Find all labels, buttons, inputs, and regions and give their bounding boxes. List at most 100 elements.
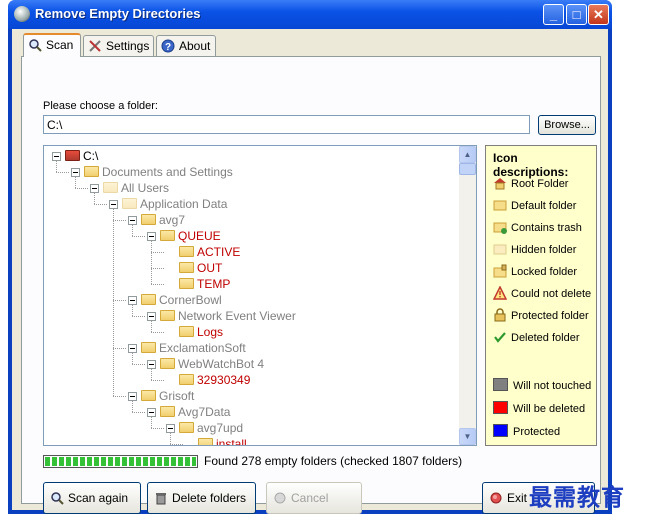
tree-node[interactable]: Logs xyxy=(166,324,223,340)
legend-protected-folder-label: Protected folder xyxy=(511,310,589,322)
tree-guide xyxy=(75,176,76,188)
scroll-thumb[interactable] xyxy=(459,163,476,175)
tree-node[interactable]: TEMP xyxy=(166,276,230,292)
cancel-label: Cancel xyxy=(291,491,329,505)
tree-guide xyxy=(113,208,114,396)
tree-node-label: avg7 xyxy=(159,213,186,227)
tree-node-label: Documents and Settings xyxy=(102,165,233,179)
delete-folders-button[interactable]: Delete folders xyxy=(147,482,256,514)
legend-hidden-folder-label: Hidden folder xyxy=(511,244,577,256)
legend-will-not-touched-label: Will not touched xyxy=(513,380,592,392)
tab-settings[interactable]: Settings xyxy=(83,35,154,56)
legend-will-not-touched: Will not touched xyxy=(493,378,591,392)
main-window: Remove Empty Directories _ □ ✕ Scan Sett… xyxy=(8,0,612,514)
tree-guide xyxy=(132,224,133,236)
tree-node[interactable]: ACTIVE xyxy=(166,244,240,260)
tree-node[interactable]: QUEUE xyxy=(147,228,221,244)
folder-icon xyxy=(160,358,175,369)
title-bar[interactable]: Remove Empty Directories _ □ ✕ xyxy=(8,0,612,29)
scroll-up-button[interactable]: ▲ xyxy=(459,146,476,163)
tree-connector xyxy=(113,220,126,221)
tree-node-label: TEMP xyxy=(197,277,231,291)
search-icon xyxy=(29,39,42,52)
legend-protected-folder: Protected folder xyxy=(493,308,589,322)
scan-again-button[interactable]: Scan again xyxy=(43,482,141,514)
tree-node[interactable]: install xyxy=(185,436,247,446)
tree-connector xyxy=(113,396,126,397)
tree-scrollbar[interactable]: ▲ ▼ xyxy=(459,146,476,445)
tree-node-label: QUEUE xyxy=(178,229,221,243)
hidden-folder-icon xyxy=(122,198,137,209)
folder-icon xyxy=(179,422,194,433)
tree-node[interactable]: OUT xyxy=(166,260,222,276)
tree-node[interactable]: Application Data xyxy=(109,196,227,212)
tree-node-label: 32930349 xyxy=(197,373,251,387)
client-area: Scan Settings ? About Please choose a fol… xyxy=(12,29,608,514)
tree-node[interactable]: CornerBowl xyxy=(128,292,222,308)
minimize-icon: _ xyxy=(549,7,558,22)
legend-protected-label: Protected xyxy=(513,426,561,438)
minimize-button[interactable]: _ xyxy=(543,4,564,25)
legend-could-not-delete-label: Could not delete xyxy=(511,288,592,300)
legend-root-folder: Root Folder xyxy=(493,176,568,190)
tab-about[interactable]: ? About xyxy=(156,35,216,56)
chevron-down-icon: ▼ xyxy=(463,432,472,441)
folder-icon xyxy=(179,326,194,337)
folder-path-input[interactable] xyxy=(43,115,530,134)
tree-node[interactable]: avg7 xyxy=(128,212,185,228)
tree-connector xyxy=(132,316,145,317)
tree-node[interactable]: C:\ xyxy=(52,148,98,164)
tree-node-label: All Users xyxy=(121,181,170,195)
tree-connector xyxy=(94,204,107,205)
folder-icon xyxy=(179,278,194,289)
folder-icon xyxy=(84,166,99,177)
browse-button[interactable]: Browse... xyxy=(538,115,596,135)
legend-deleted-folder-label: Deleted folder xyxy=(511,332,580,344)
tree-connector xyxy=(151,332,164,333)
locked-folder-icon xyxy=(493,264,507,278)
folder-icon xyxy=(160,230,175,241)
chevron-up-icon: ▲ xyxy=(463,150,472,159)
close-button[interactable]: ✕ xyxy=(588,4,609,25)
scroll-down-button[interactable]: ▼ xyxy=(459,428,476,445)
tab-about-label: About xyxy=(179,39,211,53)
tree-guide xyxy=(56,160,57,172)
tree-connector xyxy=(151,428,164,429)
cancel-button[interactable]: Cancel xyxy=(266,482,362,514)
tree-node[interactable]: Network Event Viewer xyxy=(147,308,296,324)
tree-node[interactable]: Documents and Settings xyxy=(71,164,233,180)
tree-node[interactable]: avg7upd xyxy=(166,420,243,436)
tree-guide xyxy=(170,432,171,444)
folder-icon xyxy=(141,390,156,401)
tree-node[interactable]: All Users xyxy=(90,180,169,196)
tab-scan[interactable]: Scan xyxy=(23,33,81,57)
maximize-button[interactable]: □ xyxy=(566,4,587,25)
tree-node-label: Logs xyxy=(197,325,224,339)
legend-default-folder-label: Default folder xyxy=(511,200,577,212)
tree-node-label: avg7upd xyxy=(197,421,244,435)
folder-icon xyxy=(141,214,156,225)
tree-node[interactable]: 32930349 xyxy=(166,372,250,388)
tree-connector xyxy=(75,188,88,189)
tree-node-label: WebWatchBot 4 xyxy=(178,357,265,371)
tree-node[interactable]: WebWatchBot 4 xyxy=(147,356,264,372)
tree-node[interactable]: ExclamationSoft xyxy=(128,340,246,356)
close-icon: ✕ xyxy=(593,7,604,22)
legend-protected: Protected xyxy=(493,424,560,438)
tab-settings-label: Settings xyxy=(106,39,150,53)
blue-swatch xyxy=(493,424,508,437)
warning-icon xyxy=(493,286,507,300)
delete-folders-label: Delete folders xyxy=(172,491,247,505)
folder-icon xyxy=(179,262,194,273)
tree-connector xyxy=(132,364,145,365)
tree-node[interactable]: Avg7Data xyxy=(147,404,230,420)
root-folder-icon xyxy=(494,178,506,190)
tree-node-label: install xyxy=(216,437,247,446)
root-folder-icon xyxy=(65,150,80,161)
tree-connector xyxy=(170,444,183,445)
legend-locked-folder-label: Locked folder xyxy=(511,266,578,278)
tree-node[interactable]: Grisoft xyxy=(128,388,194,404)
legend-will-be-deleted-label: Will be deleted xyxy=(513,403,586,415)
folder-tree[interactable]: ▲ ▼ C:\ Documents and Settings All Users Ap… xyxy=(43,145,477,446)
tree-guide xyxy=(151,320,152,332)
